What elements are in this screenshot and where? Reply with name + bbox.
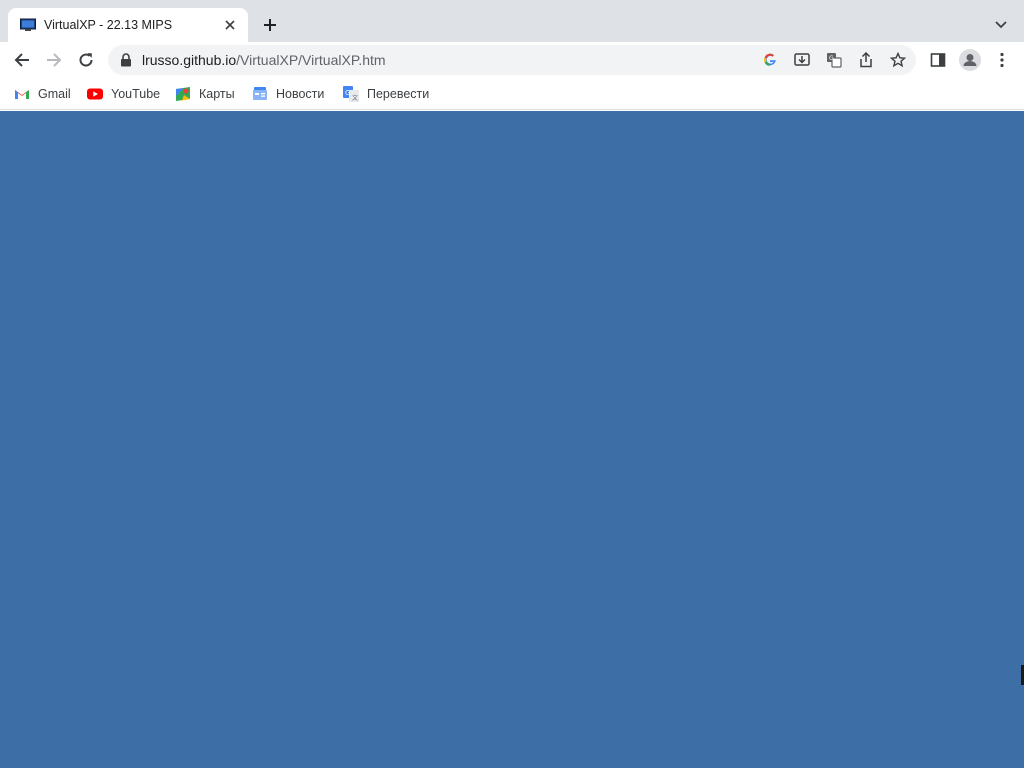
bookmark-label: Новости bbox=[276, 87, 325, 101]
forward-icon[interactable] bbox=[40, 46, 68, 74]
bookmark-youtube[interactable]: YouTube bbox=[87, 85, 160, 103]
active-tab[interactable]: VirtualXP - 22.13 MIPS bbox=[8, 8, 248, 42]
bookmark-translate[interactable]: G 文 Перевести bbox=[343, 85, 429, 103]
toolbar: lrusso.github.io/VirtualXP/VirtualXP.htm… bbox=[0, 42, 1024, 78]
youtube-icon bbox=[87, 86, 103, 102]
side-panel-icon[interactable] bbox=[924, 46, 952, 74]
menu-icon[interactable] bbox=[988, 46, 1016, 74]
google-icon[interactable] bbox=[760, 50, 780, 70]
tab-strip: VirtualXP - 22.13 MIPS bbox=[0, 0, 1024, 42]
url-path: /VirtualXP/VirtualXP.htm bbox=[236, 52, 386, 68]
profile-icon[interactable] bbox=[956, 46, 984, 74]
bookmark-label: Gmail bbox=[38, 87, 71, 101]
star-icon[interactable] bbox=[888, 50, 908, 70]
url-text[interactable]: lrusso.github.io/VirtualXP/VirtualXP.htm bbox=[142, 52, 386, 68]
bookmark-maps[interactable]: Карты bbox=[175, 85, 235, 103]
bookmark-label: YouTube bbox=[111, 87, 161, 101]
svg-text:文: 文 bbox=[352, 94, 358, 102]
translate-icon[interactable]: G bbox=[824, 50, 844, 70]
monitor-icon bbox=[20, 17, 36, 33]
bookmark-gmail[interactable]: Gmail bbox=[14, 85, 71, 103]
tab-title: VirtualXP - 22.13 MIPS bbox=[44, 18, 173, 32]
bookmark-label: Карты bbox=[199, 87, 235, 101]
lock-icon[interactable] bbox=[120, 53, 134, 67]
news-icon bbox=[252, 86, 268, 102]
bookmarks-bar: Gmail YouTube Карты Новости G 文 Перевест… bbox=[0, 78, 1024, 110]
bookmark-news[interactable]: Новости bbox=[252, 85, 324, 103]
gmail-icon bbox=[14, 86, 30, 102]
bookmark-label: Перевести bbox=[367, 87, 430, 101]
address-bar[interactable]: lrusso.github.io/VirtualXP/VirtualXP.htm… bbox=[108, 45, 916, 75]
reload-icon[interactable] bbox=[72, 46, 100, 74]
chevron-down-icon[interactable] bbox=[988, 12, 1014, 38]
new-tab-button[interactable] bbox=[257, 12, 283, 38]
url-host: lrusso.github.io bbox=[142, 52, 237, 68]
share-icon[interactable] bbox=[856, 50, 876, 70]
svg-text:G: G bbox=[345, 89, 350, 97]
back-icon[interactable] bbox=[8, 46, 36, 74]
close-icon[interactable] bbox=[220, 15, 240, 35]
page-content[interactable] bbox=[0, 111, 1024, 768]
install-icon[interactable] bbox=[792, 50, 812, 70]
svg-text:G: G bbox=[829, 55, 834, 62]
maps-icon bbox=[175, 86, 191, 102]
translate-icon: G 文 bbox=[343, 86, 359, 102]
